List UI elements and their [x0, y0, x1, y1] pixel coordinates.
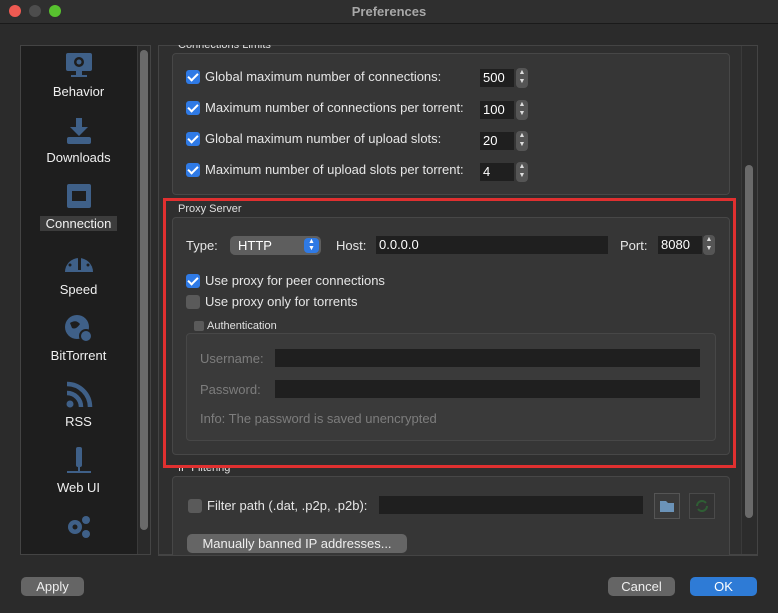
filter-path-input[interactable] [379, 496, 643, 514]
filter-path-row: Filter path (.dat, .p2p, .p2b): [188, 498, 367, 513]
sidebar-item-downloads[interactable]: Downloads [21, 116, 136, 165]
cancel-button[interactable]: Cancel [608, 577, 675, 596]
ok-button[interactable]: OK [690, 577, 757, 596]
spinbox[interactable]: 100 [480, 101, 514, 119]
global-max-connections-row: Global maximum number of connections: [186, 69, 441, 84]
globe-gear-icon [64, 315, 93, 343]
sidebar-item-label: Web UI [56, 480, 101, 495]
webui-icon [66, 447, 91, 473]
manually-banned-ip-button[interactable]: Manually banned IP addresses... [187, 534, 407, 553]
sidebar-item-speed[interactable]: Speed [21, 248, 136, 297]
sidebar-item-advanced[interactable] [21, 512, 136, 542]
speedometer-icon [64, 252, 93, 272]
gears-icon [67, 516, 90, 538]
sidebar-item-label: RSS [65, 414, 92, 429]
stepper-arrows-icon[interactable]: ▲ ▼ [516, 100, 528, 120]
sidebar-item-connection[interactable]: Connection [21, 182, 136, 231]
checkbox[interactable] [188, 498, 202, 513]
reload-filter-button[interactable] [689, 493, 715, 519]
sidebar-item-bittorrent[interactable]: BitTorrent [21, 314, 136, 363]
upload-slots-per-torrent-row: Maximum number of upload slots per torre… [186, 162, 464, 177]
window-title: Preferences [351, 4, 427, 19]
label: Maximum number of upload slots per torre… [205, 162, 464, 177]
ethernet-icon [66, 184, 91, 208]
label: Maximum number of connections per torren… [205, 100, 464, 115]
sidebar-item-behavior[interactable]: Behavior [21, 50, 136, 99]
checkbox[interactable] [186, 131, 200, 146]
checkbox[interactable] [186, 100, 200, 115]
sidebar-item-rss[interactable]: RSS [21, 380, 136, 429]
stepper-arrows-icon[interactable]: ▲ ▼ [516, 131, 528, 151]
spinbox[interactable]: 4 [480, 163, 514, 181]
sidebar-item-label: Speed [59, 282, 98, 297]
stepper-arrows-icon[interactable]: ▲ ▼ [516, 162, 528, 182]
sidebar-item-label: BitTorrent [50, 348, 107, 363]
sidebar-item-label: Downloads [46, 150, 111, 165]
sidebar-item-label: Connection [39, 216, 118, 231]
checkbox[interactable] [186, 69, 200, 84]
spinbox[interactable]: 500 [480, 69, 514, 87]
download-icon [66, 118, 91, 144]
checkbox[interactable] [186, 162, 200, 177]
monitor-gear-icon [65, 53, 92, 77]
spinbox[interactable]: 20 [480, 132, 514, 150]
stepper-arrows-icon[interactable]: ▲ ▼ [516, 68, 528, 88]
highlight-box [163, 198, 736, 468]
rss-icon [66, 381, 92, 408]
refresh-icon [696, 500, 708, 512]
label: Filter path (.dat, .p2p, .p2b): [207, 498, 368, 513]
max-connections-per-torrent-row: Maximum number of connections per torren… [186, 100, 464, 115]
global-upload-slots-row: Global maximum number of upload slots: [186, 131, 441, 146]
sidebar-item-web-ui[interactable]: Web UI [21, 446, 136, 495]
sidebar-scroll-thumb[interactable] [140, 50, 148, 530]
group-title: Connections Limits [178, 39, 271, 51]
sidebar-item-label: Behavior [52, 84, 105, 99]
label: Global maximum number of connections: [205, 69, 442, 84]
folder-icon [660, 501, 674, 512]
apply-button[interactable]: Apply [21, 577, 84, 596]
label: Global maximum number of upload slots: [205, 131, 442, 146]
browse-folder-button[interactable] [654, 493, 680, 519]
main-scroll-thumb[interactable] [745, 165, 753, 518]
